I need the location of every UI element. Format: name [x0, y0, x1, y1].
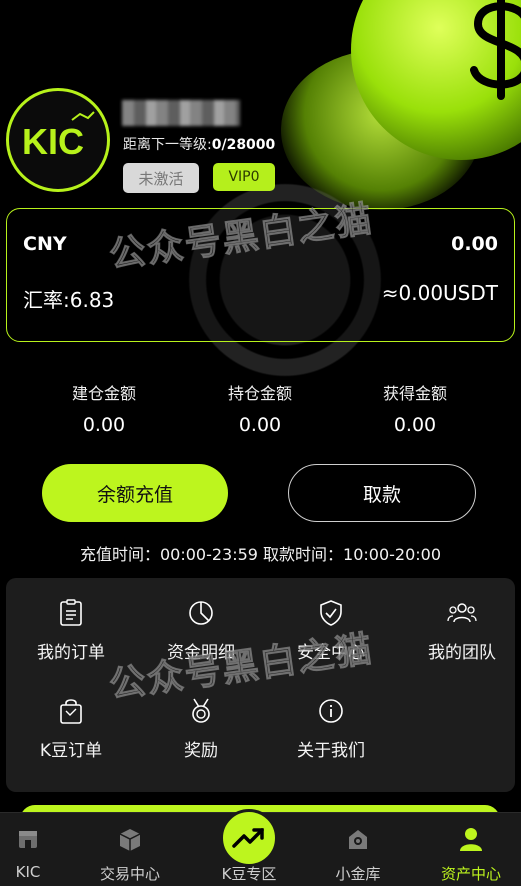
exchange-rate: 汇率:6.83	[23, 288, 115, 312]
trend-icon	[232, 828, 264, 848]
stat-open-amount: 建仓金额 0.00	[71, 384, 136, 436]
nav-item-asset-center[interactable]: 资产中心	[419, 813, 521, 886]
medal-icon	[192, 698, 210, 723]
menu-about-us[interactable]: 关于我们	[276, 696, 386, 761]
nav-item-vault[interactable]: 小金库	[306, 813, 410, 886]
usdt-equivalent: ≈0.00USDT	[381, 281, 498, 305]
app-logo: KIC	[6, 88, 110, 192]
info-icon	[319, 699, 343, 723]
service-hours: 充值时间：00:00-23:59 取款时间：10:00-20:00	[79, 545, 442, 564]
menu-my-orders[interactable]: 我的订单	[16, 598, 126, 663]
status-badge: 未激活	[123, 163, 199, 193]
home-icon	[19, 831, 37, 848]
user-icon	[460, 828, 482, 851]
menu-my-team[interactable]: 我的团队	[407, 598, 517, 663]
recharge-button[interactable]: 余额充值	[42, 464, 228, 522]
pie-chart-icon	[189, 601, 213, 625]
order-list-icon	[60, 599, 82, 626]
currency-label: CNY	[23, 233, 67, 255]
nav-item-kic[interactable]: KIC	[0, 813, 80, 886]
username-blurred	[122, 100, 240, 126]
stat-earned-amount: 获得金额 0.00	[382, 384, 447, 436]
menu-kbean-orders[interactable]: K豆订单	[16, 696, 126, 761]
nav-item-kbean-zone[interactable]: K豆专区	[197, 809, 301, 886]
dollar-icon	[470, 0, 521, 100]
vip-badge: VIP0	[213, 163, 275, 191]
vault-icon	[349, 830, 367, 849]
balance-value: 0.00	[451, 233, 498, 255]
shopping-bag-icon	[60, 699, 82, 724]
nav-item-trading-center[interactable]: 交易中心	[78, 813, 182, 886]
bottom-nav: KIC 交易中心 K豆专区 小金库 资产中心	[0, 809, 521, 886]
withdraw-button[interactable]: 取款	[288, 464, 476, 522]
svg-text:KIC: KIC	[22, 121, 84, 162]
cube-icon	[119, 829, 141, 851]
menu-rewards[interactable]: 奖励	[146, 696, 256, 761]
team-icon	[447, 603, 477, 623]
level-progress: 距离下一等级:0/28000	[123, 137, 276, 153]
stat-holding-amount: 持仓金额 0.00	[227, 384, 292, 436]
